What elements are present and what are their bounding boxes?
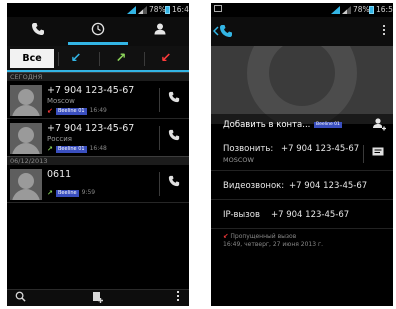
signal-icon	[127, 6, 136, 14]
divider	[159, 172, 160, 196]
call-time: 16:48	[89, 145, 107, 152]
call-time: 16:49	[89, 107, 107, 114]
ip-call-label: IP-вызов	[223, 210, 260, 220]
status-bar: 78% 16:49	[7, 3, 189, 17]
signal-2-icon	[138, 6, 147, 14]
search-icon[interactable]	[12, 291, 28, 305]
call-meta: ↙ Beeline 01 16:49	[47, 107, 107, 115]
call-log-row[interactable]: 0611 ↗ Beeline 9:59	[7, 165, 189, 203]
sim-badge: Beeline	[56, 190, 79, 197]
overflow-menu-icon[interactable]	[170, 291, 186, 305]
notification-icon	[214, 5, 222, 13]
call-number-row[interactable]: Позвонить: +7 904 123-45-67 MOSCOW	[211, 138, 393, 171]
clock-time: 16:49	[172, 5, 189, 14]
contacts-icon[interactable]	[150, 22, 170, 40]
divider	[58, 52, 59, 66]
incoming-arrow-icon[interactable]: ↙	[65, 50, 87, 68]
action-bar	[211, 17, 393, 46]
call-number: +7 904 123-45-67	[281, 144, 360, 154]
dialpad-add-icon[interactable]	[90, 291, 106, 305]
call-back-button[interactable]	[165, 91, 183, 109]
call-log-row[interactable]: +7 904 123-45-67 Россия ↗ Beeline 01 16:48	[7, 119, 189, 157]
avatar[interactable]	[10, 169, 42, 200]
outgoing-arrow-icon: ↗	[47, 145, 53, 153]
battery-icon	[369, 6, 374, 14]
bottom-action-bar	[7, 289, 189, 306]
call-log-screen: 78% 16:49 Все ↙ ↗ ↙ СЕГОДНЯ +7 904 123-4…	[7, 3, 189, 306]
back-phone-icon[interactable]	[212, 23, 235, 41]
divider	[144, 52, 145, 66]
divider	[159, 88, 160, 112]
add-contact-icon[interactable]	[371, 117, 387, 133]
phone-icon[interactable]	[28, 22, 48, 40]
call-number: +7 904 123-45-67	[47, 123, 135, 134]
avatar[interactable]	[10, 85, 42, 116]
clock-icon[interactable]	[88, 22, 108, 40]
divider	[99, 52, 100, 66]
call-filter-bar: Все ↙ ↗ ↙	[7, 46, 189, 72]
contact-photo	[211, 46, 393, 124]
call-location: Россия	[47, 135, 72, 143]
missed-arrow-icon: ↙	[47, 107, 53, 115]
call-details-screen: 78% 16:50 Добавить в конта... Beeline 01…	[211, 3, 393, 306]
video-call-label: Видеозвонок:	[223, 181, 285, 191]
ip-call-row[interactable]: IP-вызов +7 904 123-45-67	[211, 200, 393, 229]
call-meta: ↗ Beeline 9:59	[47, 189, 95, 197]
sim-badge: Beeline 01	[56, 108, 87, 115]
call-time: 9:59	[81, 189, 96, 196]
outgoing-arrow-icon[interactable]: ↗	[110, 50, 132, 68]
call-label: Позвонить:	[223, 144, 274, 154]
call-number: 0611	[47, 169, 72, 180]
video-call-row[interactable]: Видеозвонок: +7 904 123-45-67	[211, 171, 393, 200]
divider	[159, 126, 160, 150]
clock-time: 16:50	[376, 5, 393, 14]
missed-call-label: Пропущенный вызов	[230, 233, 297, 240]
signal-icon	[331, 6, 340, 14]
message-icon[interactable]	[371, 147, 384, 157]
call-location: Moscow	[47, 97, 75, 105]
battery-icon	[165, 6, 170, 14]
call-meta: ↗ Beeline 01 16:48	[47, 145, 107, 153]
call-number: +7 904 123-45-67	[47, 85, 135, 96]
missed-arrow-icon: ↙	[223, 232, 229, 240]
missed-arrow-icon[interactable]: ↙	[155, 50, 177, 68]
filter-all-button[interactable]: Все	[10, 49, 54, 68]
missed-call-info: ↙ Пропущенный вызов	[223, 232, 296, 240]
call-location: MOSCOW	[223, 156, 254, 164]
battery-percent: 78%	[149, 5, 166, 14]
tab-indicator	[68, 42, 128, 45]
overflow-menu-icon[interactable]	[379, 23, 389, 41]
top-tabs	[7, 17, 189, 46]
add-to-contacts-label: Добавить в конта...	[223, 120, 311, 130]
ip-call-number: +7 904 123-45-67	[271, 210, 350, 220]
divider	[363, 145, 364, 163]
signal-2-icon	[342, 6, 351, 14]
video-call-number: +7 904 123-45-67	[289, 181, 368, 191]
avatar[interactable]	[10, 123, 42, 154]
add-to-contacts-row[interactable]: Добавить в конта... Beeline 01	[211, 114, 393, 136]
outgoing-arrow-icon: ↗	[47, 189, 53, 197]
status-bar: 78% 16:50	[211, 3, 393, 17]
call-log-row[interactable]: +7 904 123-45-67 Moscow ↙ Beeline 01 16:49	[7, 81, 189, 119]
battery-percent: 78%	[353, 5, 370, 14]
missed-call-datetime: 16:49, четверг, 27 июня 2013 г.	[223, 241, 324, 248]
call-back-button[interactable]	[165, 175, 183, 193]
sim-badge: Beeline 01	[314, 122, 342, 128]
section-header-date: 06/12/2013	[7, 156, 189, 165]
sim-badge: Beeline 01	[56, 146, 87, 153]
call-back-button[interactable]	[165, 129, 183, 147]
section-header-today: СЕГОДНЯ	[7, 72, 189, 81]
